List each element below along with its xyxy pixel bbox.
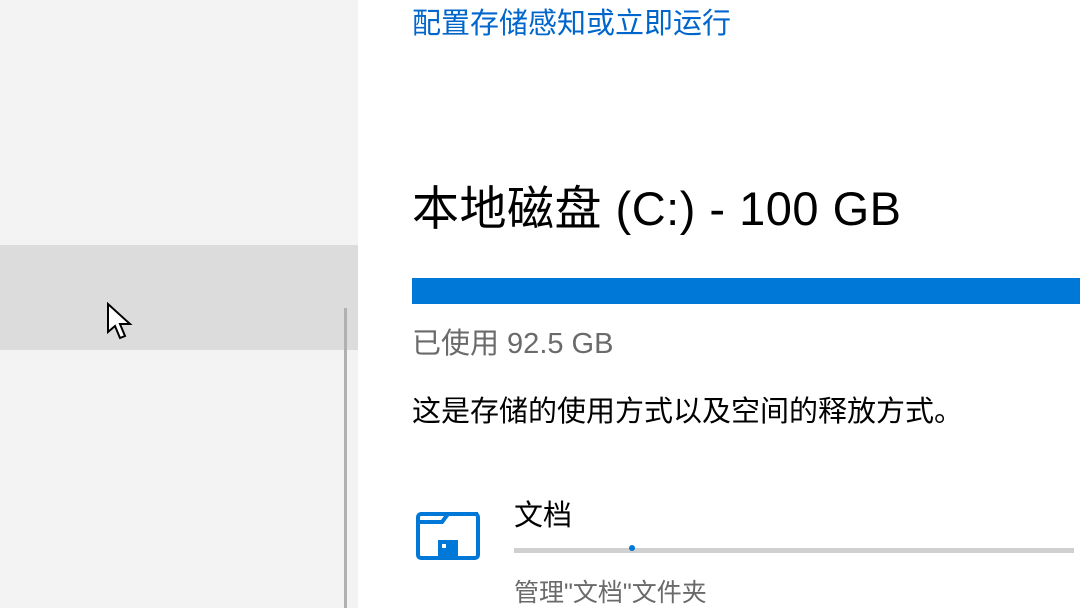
category-documents[interactable]: 文档 管理"文档"文件夹 <box>412 492 1074 609</box>
main-content: 配置存储感知或立即运行 本地磁盘 (C:) - 100 GB 已使用 92.5 … <box>358 0 1080 608</box>
storage-description: 这是存储的使用方式以及空间的释放方式。 <box>412 388 963 430</box>
disk-usage-bar <box>412 278 1080 304</box>
sidebar-selected-item[interactable] <box>0 245 358 350</box>
category-progress-bar <box>514 548 1074 553</box>
category-progress-indicator <box>629 545 635 551</box>
sidebar-divider <box>344 308 347 608</box>
disk-used-label: 已使用 92.5 GB <box>412 320 613 362</box>
configure-storage-sense-link[interactable]: 配置存储感知或立即运行 <box>412 0 731 42</box>
sidebar <box>0 0 358 608</box>
disk-heading: 本地磁盘 (C:) - 100 GB <box>412 170 902 239</box>
documents-icon <box>412 500 484 572</box>
category-title: 文档 <box>514 492 1074 534</box>
category-manage-link[interactable]: 管理"文档"文件夹 <box>514 573 1074 609</box>
